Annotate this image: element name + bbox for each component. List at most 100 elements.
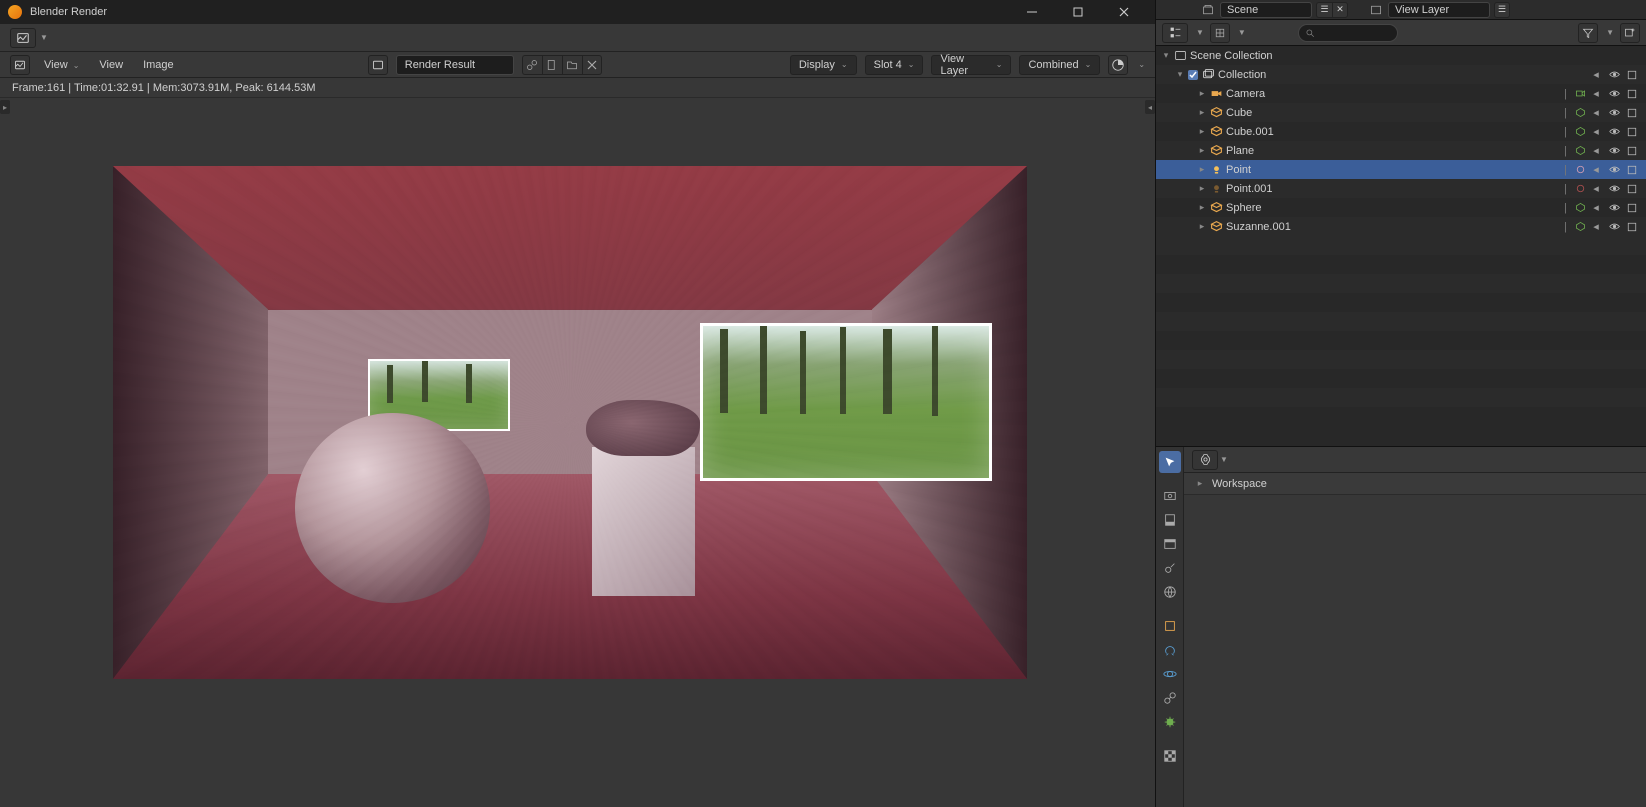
- disable-toggle[interactable]: [1624, 143, 1640, 159]
- outliner-filter-button[interactable]: [1578, 23, 1598, 43]
- hide-toggle[interactable]: [1606, 143, 1622, 159]
- hide-toggle[interactable]: [1606, 219, 1622, 235]
- image-viewport[interactable]: ▸ ◂: [0, 98, 1155, 807]
- hide-toggle[interactable]: [1606, 105, 1622, 121]
- slot-dropdown[interactable]: Slot 4 ⌄: [865, 55, 924, 75]
- disclosure-icon[interactable]: ▸: [1196, 221, 1208, 232]
- pass-dropdown[interactable]: Combined ⌄: [1019, 55, 1100, 75]
- object-data-icon[interactable]: [1572, 143, 1588, 159]
- unlink-button[interactable]: [522, 55, 542, 75]
- hide-toggle[interactable]: [1606, 67, 1622, 83]
- outliner-new-collection-button[interactable]: [1620, 23, 1640, 43]
- tree-row[interactable]: ▸Cube.001|◂: [1156, 122, 1646, 141]
- tab-texture[interactable]: [1159, 745, 1181, 767]
- tree-row-collection[interactable]: ▾ Collection ◂: [1156, 65, 1646, 84]
- view-menu-2[interactable]: View: [93, 56, 129, 74]
- scene-browse-button[interactable]: ☰: [1316, 2, 1332, 18]
- image-datablock-icon[interactable]: [368, 55, 388, 75]
- disclosure-icon[interactable]: ▸: [1194, 478, 1206, 489]
- properties-editor-type-dropdown[interactable]: [1192, 450, 1218, 470]
- tab-render[interactable]: [1159, 485, 1181, 507]
- tree-row-scene-collection[interactable]: ▾ Scene Collection: [1156, 46, 1646, 65]
- disable-toggle[interactable]: [1624, 86, 1640, 102]
- tree-row[interactable]: ▸Sphere|◂: [1156, 198, 1646, 217]
- disclosure-icon[interactable]: ▸: [1196, 145, 1208, 156]
- disclosure-icon[interactable]: ▸: [1196, 164, 1208, 175]
- disable-toggle[interactable]: [1624, 219, 1640, 235]
- disable-toggle[interactable]: [1624, 124, 1640, 140]
- object-data-icon[interactable]: [1572, 181, 1588, 197]
- tab-object[interactable]: [1159, 615, 1181, 637]
- hide-toggle[interactable]: [1606, 162, 1622, 178]
- disable-toggle[interactable]: [1624, 105, 1640, 121]
- scene-name-field[interactable]: Scene: [1220, 2, 1312, 18]
- disable-toggle[interactable]: [1624, 67, 1640, 83]
- scene-delete-button[interactable]: ✕: [1332, 2, 1348, 18]
- close-button[interactable]: [1101, 0, 1147, 24]
- viewlayer-new-button[interactable]: ☰: [1494, 2, 1510, 18]
- exclude-toggle[interactable]: ◂: [1588, 67, 1604, 83]
- select-toggle[interactable]: ◂: [1588, 162, 1604, 178]
- hide-toggle[interactable]: [1606, 124, 1622, 140]
- object-data-icon[interactable]: [1572, 219, 1588, 235]
- tree-row[interactable]: ▸Plane|◂: [1156, 141, 1646, 160]
- object-data-icon[interactable]: [1572, 162, 1588, 178]
- disclosure-icon[interactable]: ▸: [1196, 107, 1208, 118]
- disclosure-icon[interactable]: ▸: [1196, 88, 1208, 99]
- tab-modifiers[interactable]: [1159, 639, 1181, 661]
- select-toggle[interactable]: ◂: [1588, 105, 1604, 121]
- select-toggle[interactable]: ◂: [1588, 200, 1604, 216]
- outliner-editor-type-dropdown[interactable]: [1162, 23, 1188, 43]
- maximize-button[interactable]: [1055, 0, 1101, 24]
- tab-viewlayer[interactable]: [1159, 533, 1181, 555]
- object-data-icon[interactable]: [1572, 86, 1588, 102]
- hide-toggle[interactable]: [1606, 86, 1622, 102]
- select-toggle[interactable]: ◂: [1588, 219, 1604, 235]
- tab-data[interactable]: [1159, 711, 1181, 733]
- tab-constraints[interactable]: [1159, 687, 1181, 709]
- disable-toggle[interactable]: [1624, 162, 1640, 178]
- object-data-icon[interactable]: [1572, 200, 1588, 216]
- color-channels-button[interactable]: [1108, 55, 1128, 75]
- disable-toggle[interactable]: [1624, 181, 1640, 197]
- open-image-button[interactable]: [562, 55, 582, 75]
- image-menu[interactable]: Image: [137, 56, 180, 74]
- tree-row[interactable]: ▸Suzanne.001|◂: [1156, 217, 1646, 236]
- remove-image-button[interactable]: [582, 55, 602, 75]
- checkbox[interactable]: [1186, 69, 1200, 81]
- new-image-button[interactable]: [542, 55, 562, 75]
- tree-row[interactable]: ▸Cube|◂: [1156, 103, 1646, 122]
- select-toggle[interactable]: ◂: [1588, 181, 1604, 197]
- hide-toggle[interactable]: [1606, 200, 1622, 216]
- minimize-button[interactable]: [1009, 0, 1055, 24]
- display-mode-dropdown[interactable]: Display ⌄: [790, 55, 857, 75]
- disclosure-icon[interactable]: ▾: [1174, 69, 1186, 80]
- disclosure-icon[interactable]: ▸: [1196, 126, 1208, 137]
- hide-toggle[interactable]: [1606, 181, 1622, 197]
- search-field[interactable]: [1319, 27, 1389, 39]
- tree-row[interactable]: ▸Camera|◂: [1156, 84, 1646, 103]
- view-menu[interactable]: View ⌄: [38, 56, 85, 74]
- tab-output[interactable]: [1159, 509, 1181, 531]
- outliner-display-mode-dropdown[interactable]: [1210, 23, 1230, 43]
- object-data-icon[interactable]: [1572, 105, 1588, 121]
- viewlayer-dropdown[interactable]: View Layer ⌄: [931, 55, 1011, 75]
- disclosure-icon[interactable]: ▾: [1160, 50, 1172, 61]
- tab-active-tool[interactable]: [1159, 451, 1181, 473]
- tab-scene[interactable]: [1159, 557, 1181, 579]
- workspace-panel-header[interactable]: ▸ Workspace: [1184, 473, 1646, 495]
- viewlayer-name-field[interactable]: View Layer: [1388, 2, 1490, 18]
- editor-type-dropdown[interactable]: [10, 28, 36, 48]
- region-toggle-right[interactable]: ◂: [1145, 100, 1155, 114]
- object-data-icon[interactable]: [1572, 124, 1588, 140]
- tab-world[interactable]: [1159, 581, 1181, 603]
- select-toggle[interactable]: ◂: [1588, 143, 1604, 159]
- disclosure-icon[interactable]: ▸: [1196, 202, 1208, 213]
- tree-row[interactable]: ▸Point|◂: [1156, 160, 1646, 179]
- disable-toggle[interactable]: [1624, 200, 1640, 216]
- outliner-search-input[interactable]: [1298, 24, 1398, 42]
- select-toggle[interactable]: ◂: [1588, 86, 1604, 102]
- header-corner-icon[interactable]: [10, 55, 30, 75]
- region-toggle-left[interactable]: ▸: [0, 100, 10, 114]
- select-toggle[interactable]: ◂: [1588, 124, 1604, 140]
